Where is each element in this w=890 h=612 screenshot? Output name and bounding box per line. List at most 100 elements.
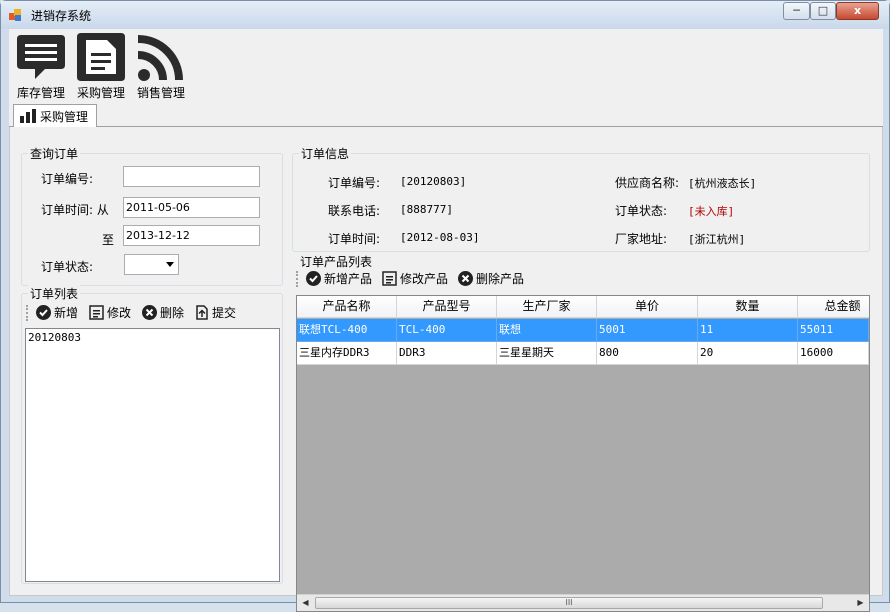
submit-order-button[interactable]: 提交 xyxy=(194,304,236,322)
info-status-value: [未入库] xyxy=(688,205,735,218)
delete-order-label: 删除 xyxy=(160,306,185,320)
date-to-label: 至 xyxy=(102,233,115,247)
info-time-label: 订单时间: xyxy=(328,232,381,246)
delete-product-button[interactable]: 删除产品 xyxy=(458,270,524,288)
table-cell[interactable]: 55011 xyxy=(798,319,869,342)
info-time-value: [2012-08-03] xyxy=(400,231,480,244)
toolbar-grip xyxy=(26,305,28,321)
edit-document-icon xyxy=(89,305,104,320)
column-header-name[interactable]: 产品名称 xyxy=(297,296,397,318)
inventory-button[interactable]: 库存管理 xyxy=(11,31,71,101)
app-window: 进销存系统 ─ □ x 库存管理 采购管理 销售管理 采购管理 查询订单 订单编… xyxy=(0,0,890,612)
delete-order-button[interactable]: 删除 xyxy=(142,304,184,322)
upload-icon xyxy=(196,305,208,320)
info-address-label: 厂家地址: xyxy=(615,232,668,246)
tab-purchase[interactable]: 采购管理 xyxy=(13,104,97,128)
table-cell[interactable]: 16000 xyxy=(798,342,869,365)
order-list-title: 订单列表 xyxy=(28,285,81,302)
date-to-input[interactable] xyxy=(123,225,260,246)
edit-product-label: 修改产品 xyxy=(400,272,449,286)
table-cell[interactable]: 联想TCL-400 xyxy=(297,319,397,342)
query-groupbox: 查询订单 订单编号: 订单时间: 从 至 订单状态: xyxy=(21,145,283,286)
delete-circle-icon xyxy=(142,305,157,320)
scroll-left-icon[interactable]: ◀ xyxy=(297,595,314,611)
add-order-label: 新增 xyxy=(54,306,79,320)
table-cell[interactable]: TCL-400 xyxy=(397,319,497,342)
rss-icon xyxy=(137,35,183,81)
order-no-label: 订单编号: xyxy=(41,172,94,186)
document-icon xyxy=(77,33,125,81)
column-header-price[interactable]: 单价 xyxy=(597,296,698,318)
column-header-total[interactable]: 总金额 xyxy=(798,296,869,318)
title-bar[interactable]: 进销存系统 ─ □ x xyxy=(1,1,889,29)
info-supplier-value: [杭州液态长] xyxy=(688,177,757,190)
info-phone-label: 联系电话: xyxy=(328,204,381,218)
table-cell[interactable]: 三星星期天 xyxy=(497,342,597,365)
bar-chart-icon xyxy=(20,109,36,123)
column-header-qty[interactable]: 数量 xyxy=(698,296,798,318)
sales-button[interactable]: 销售管理 xyxy=(131,31,191,101)
purchase-label: 采购管理 xyxy=(76,86,125,100)
date-from-input[interactable] xyxy=(123,197,260,218)
edit-document-icon xyxy=(382,271,397,286)
product-grid[interactable]: 产品名称 产品型号 生产厂家 单价 数量 总金额 联想TCL-400 TCL-4… xyxy=(296,295,870,612)
order-status-select[interactable] xyxy=(124,254,179,275)
order-time-label: 订单时间: 从 xyxy=(41,203,109,217)
column-header-maker[interactable]: 生产厂家 xyxy=(497,296,597,318)
edit-order-button[interactable]: 修改 xyxy=(89,304,131,322)
table-cell[interactable]: 5001 xyxy=(597,319,698,342)
table-cell[interactable]: 联想 xyxy=(497,319,597,342)
product-list-toolbar: 新增产品 修改产品 删除产品 xyxy=(294,267,868,291)
sales-label: 销售管理 xyxy=(136,86,185,100)
order-listbox[interactable]: 20120803 xyxy=(25,328,280,582)
edit-order-label: 修改 xyxy=(107,306,132,320)
check-circle-icon xyxy=(306,271,321,286)
table-cell[interactable]: 11 xyxy=(698,319,798,342)
toolbar-grip xyxy=(296,271,298,287)
add-order-button[interactable]: 新增 xyxy=(36,304,78,322)
main-toolbar: 库存管理 采购管理 销售管理 xyxy=(9,29,883,101)
tab-label: 采购管理 xyxy=(40,110,89,124)
app-icon xyxy=(9,9,21,21)
grid-header: 产品名称 产品型号 生产厂家 单价 数量 总金额 xyxy=(297,296,869,318)
add-product-label: 新增产品 xyxy=(324,272,373,286)
info-status-label: 订单状态: xyxy=(615,204,668,218)
order-no-input[interactable] xyxy=(123,166,260,187)
order-list-groupbox: 订单列表 新增 修改 删除 提交 20120803 xyxy=(21,285,283,584)
scroll-thumb[interactable]: III xyxy=(315,597,823,609)
order-info-groupbox: 订单信息 订单编号: [20120803] 联系电话: [888777] 订单时… xyxy=(292,145,870,252)
table-row[interactable]: 联想TCL-400 TCL-400 联想 5001 11 55011 xyxy=(297,319,869,342)
order-status-label: 订单状态: xyxy=(41,260,94,274)
list-item[interactable]: 20120803 xyxy=(28,331,81,344)
info-address-value: [浙江杭州] xyxy=(688,233,746,246)
submit-order-label: 提交 xyxy=(212,306,237,320)
scroll-right-icon[interactable]: ▶ xyxy=(852,595,869,611)
chat-bubble-icon xyxy=(17,35,65,79)
check-circle-icon xyxy=(36,305,51,320)
chevron-down-icon xyxy=(166,262,174,267)
info-order-no-label: 订单编号: xyxy=(328,176,381,190)
window-title: 进销存系统 xyxy=(31,9,92,23)
info-order-no-value: [20120803] xyxy=(400,175,467,188)
query-title: 查询订单 xyxy=(28,145,81,162)
close-button[interactable]: x xyxy=(836,2,879,20)
table-cell[interactable]: 三星内存DDR3 xyxy=(297,342,397,365)
purchase-button[interactable]: 采购管理 xyxy=(71,31,131,101)
column-header-model[interactable]: 产品型号 xyxy=(397,296,497,318)
maximize-button[interactable]: □ xyxy=(810,2,836,20)
delete-product-label: 删除产品 xyxy=(476,272,525,286)
delete-circle-icon xyxy=(458,271,473,286)
minimize-button[interactable]: ─ xyxy=(783,2,810,20)
table-cell[interactable]: 20 xyxy=(698,342,798,365)
info-supplier-label: 供应商名称: xyxy=(615,176,680,190)
table-row[interactable]: 三星内存DDR3 DDR3 三星星期天 800 20 16000 xyxy=(297,342,869,365)
table-cell[interactable]: DDR3 xyxy=(397,342,497,365)
inventory-label: 库存管理 xyxy=(16,86,65,100)
order-info-title: 订单信息 xyxy=(299,145,352,162)
client-area: 库存管理 采购管理 销售管理 采购管理 查询订单 订单编号: 订单时间: 从 2… xyxy=(9,29,883,612)
table-cell[interactable]: 800 xyxy=(597,342,698,365)
edit-product-button[interactable]: 修改产品 xyxy=(382,270,448,288)
tab-strip: 采购管理 xyxy=(9,101,883,128)
add-product-button[interactable]: 新增产品 xyxy=(306,270,372,288)
info-phone-value: [888777] xyxy=(400,203,453,216)
